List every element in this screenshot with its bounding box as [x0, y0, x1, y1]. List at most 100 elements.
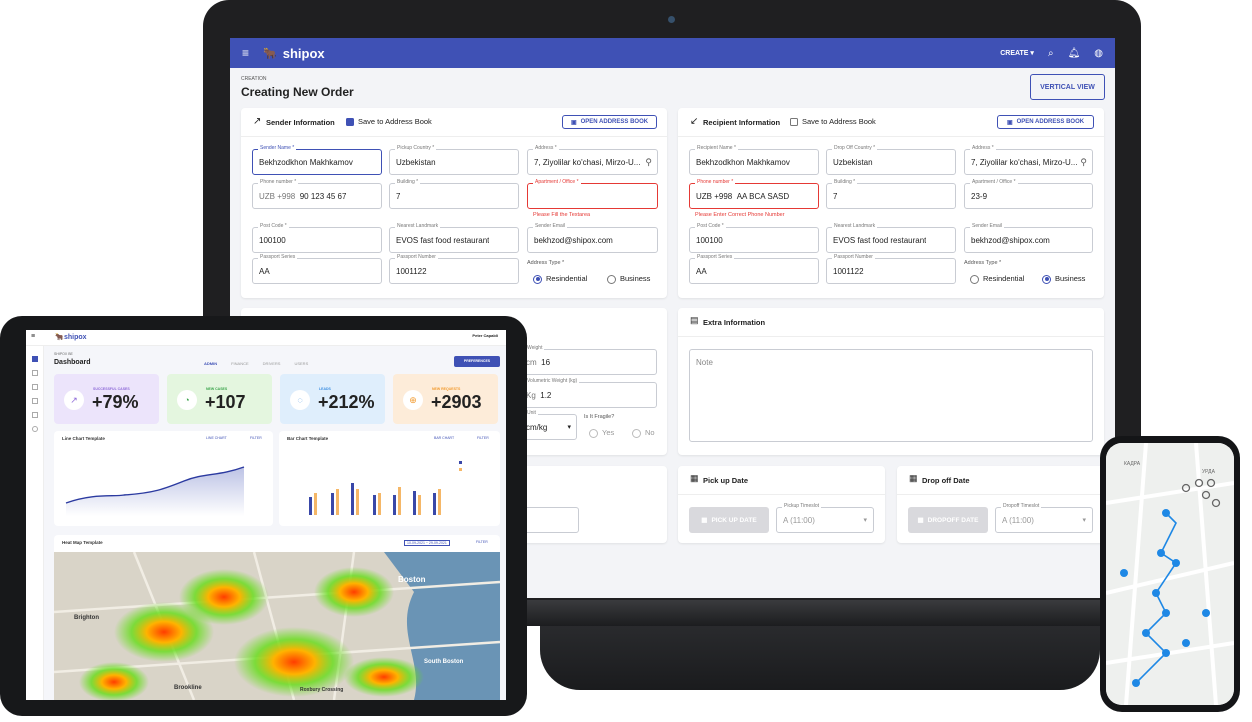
- preferences-button[interactable]: PREFERENCES: [454, 356, 500, 367]
- sender-business-radio[interactable]: Business: [607, 274, 650, 284]
- search-icon[interactable]: ⌕: [1048, 48, 1054, 59]
- recipient-address-type-label: Address Type *: [964, 260, 1002, 266]
- pickup-country-field[interactable]: Pickup Country * Uzbekistan: [389, 145, 519, 175]
- sender-email-field[interactable]: Sender Email bekhzod@shipox.com: [527, 223, 658, 253]
- recipient-phone-field[interactable]: Phone number * UZB +998 AA BCA SASD: [689, 179, 819, 209]
- weight-field[interactable]: Weight cm 16: [519, 345, 657, 375]
- recipient-email-field[interactable]: Sender Email bekhzod@shipox.com: [964, 223, 1093, 253]
- date-range-button[interactable]: 10-09-2021 ~ 29-09-2021: [404, 540, 450, 546]
- nav-icon[interactable]: [32, 412, 38, 418]
- recipient-name-field[interactable]: Recipient Name * Bekhzodkhon Makhkamov: [689, 145, 819, 175]
- dropoff-timeslot-select[interactable]: Dropoff Timeslot A (11:00) ▾: [995, 503, 1093, 533]
- recipient-residential-radio[interactable]: Resindential: [970, 274, 1024, 284]
- nav-icon[interactable]: [32, 370, 38, 376]
- volumetric-weight-field[interactable]: Volumetric Weight (kg) Kg 1.2: [519, 378, 657, 408]
- location-pin-icon[interactable]: ⚲: [645, 157, 652, 168]
- line-chart-panel: Line Chart Template LINE CHART FILTER: [54, 431, 273, 526]
- sender-save-checkbox[interactable]: Save to Address Book: [346, 117, 432, 127]
- map-label: УРДА: [1202, 469, 1215, 475]
- sender-name-field[interactable]: Sender Name * Bekhzodkhon Makhkamov: [252, 145, 382, 175]
- recipient-title: Recipient Information: [703, 118, 781, 127]
- menu-icon[interactable]: ≡: [31, 333, 35, 340]
- dropoff-country-field[interactable]: Drop Off Country * Uzbekistan: [826, 145, 956, 175]
- recipient-passport-number-field[interactable]: Passport Number 1001122: [826, 254, 956, 284]
- sender-phone-field[interactable]: Phone number * UZB +998 90 123 45 67: [252, 179, 382, 209]
- sender-passport-series-field[interactable]: Passport Series AA: [252, 254, 382, 284]
- recipient-business-radio[interactable]: Business: [1042, 274, 1085, 284]
- bell-icon[interactable]: 🔔︎: [1068, 48, 1081, 59]
- tablet-sidebar: [26, 346, 44, 700]
- logo-icon: 🐂: [263, 47, 277, 60]
- recipient-open-address-book-button[interactable]: ▣ OPEN ADDRESS BOOK: [997, 115, 1094, 129]
- recipient-card: ↙ Recipient Information Save to Address …: [678, 108, 1104, 298]
- divider: [678, 494, 885, 495]
- brand-name: shipox: [282, 45, 325, 61]
- tablet-topbar: ≡ 🐂 shipox Peter Capaldi: [26, 330, 506, 346]
- plus-circle-icon: ⊕: [403, 390, 423, 410]
- pickup-date-button[interactable]: ▦ PICK UP DATE: [689, 507, 769, 533]
- sender-landmark-field[interactable]: Nearest Landmark EVOS fast food restauran…: [389, 223, 519, 253]
- create-menu[interactable]: CREATE ▾: [1000, 49, 1034, 57]
- calendar-icon: ▦: [909, 473, 918, 483]
- tab-users[interactable]: USERS: [294, 361, 308, 366]
- phone-route-map: [1106, 443, 1234, 705]
- dashboard-icon[interactable]: [32, 356, 38, 362]
- globe-icon[interactable]: ◍: [1094, 48, 1103, 59]
- sender-address-type-label: Address Type *: [527, 260, 565, 266]
- chevron-down-icon: ▾: [1082, 517, 1086, 524]
- menu-icon[interactable]: ≡: [242, 46, 249, 60]
- book-icon: ▣: [570, 119, 577, 126]
- vertical-view-button[interactable]: VERTICAL VIEW: [1030, 74, 1105, 100]
- dropoff-date-button[interactable]: ▦ DROPOFF DATE: [908, 507, 988, 533]
- bar-chart-panel: Bar Chart Template BAR CHART FILTER: [279, 431, 500, 526]
- tab-admin[interactable]: ADMIN: [204, 361, 217, 366]
- recipient-postcode-field[interactable]: Post Code * 100100: [689, 223, 819, 253]
- pickup-timeslot-select[interactable]: Pickup Timeslot A (11:00) ▾: [776, 503, 874, 533]
- checkbox-empty-icon: [790, 118, 798, 127]
- ring-icon: ◌: [290, 390, 310, 410]
- nav-icon[interactable]: [32, 426, 38, 432]
- sender-building-field[interactable]: Building * 7: [389, 179, 519, 209]
- pie-icon: ◔: [177, 390, 197, 410]
- nav-icon[interactable]: [32, 384, 38, 390]
- chevron-down-icon: ▾: [863, 517, 867, 524]
- stat-successful: ↗ SUCCESSFUL CASES +79%: [54, 374, 159, 424]
- heat-map-panel: Heat Map Template 10-09-2021 ~ 29-09-202…: [54, 535, 500, 700]
- sender-residential-radio[interactable]: Resindential: [533, 274, 587, 284]
- tab-finance[interactable]: FINANCE: [231, 361, 249, 366]
- pickup-title: Pick up Date: [703, 476, 749, 485]
- divider: [241, 136, 667, 137]
- sender-card: ↗ Sender Information Save to Address Boo…: [241, 108, 667, 298]
- note-textarea[interactable]: Note: [689, 349, 1093, 442]
- camera: [668, 16, 675, 23]
- sender-open-address-book-button[interactable]: ▣ OPEN ADDRESS BOOK: [562, 115, 657, 129]
- book-icon: ▣: [1006, 119, 1013, 126]
- recipient-apartment-field[interactable]: Apartment / Office * 23-9: [964, 179, 1093, 209]
- recipient-passport-series-field[interactable]: Passport Series AA: [689, 254, 819, 284]
- filter-button[interactable]: FILTER: [476, 540, 488, 544]
- map-label: Roxbury Crossing: [300, 687, 344, 693]
- nav-icon[interactable]: [32, 398, 38, 404]
- arrow-up-right-icon: ↗: [253, 116, 262, 127]
- laptop-base-shadow: [540, 620, 1100, 690]
- sender-title: Sender Information: [266, 118, 335, 127]
- sender-postcode-field[interactable]: Post Code * 100100: [252, 223, 382, 253]
- recipient-save-checkbox[interactable]: Save to Address Book: [790, 117, 876, 127]
- service-field[interactable]: [519, 507, 579, 533]
- fragile-no-radio[interactable]: No: [632, 428, 655, 438]
- tablet-brand: shipox: [64, 334, 87, 341]
- breadcrumb: CREATION: [241, 76, 267, 82]
- calendar-icon: ▦: [701, 517, 708, 524]
- tab-drivers[interactable]: DRIVERS: [263, 361, 281, 366]
- app-topbar: ≡ 🐂 shipox CREATE ▾ ⌕ 🔔︎ ◍: [230, 38, 1115, 68]
- recipient-building-field[interactable]: Building * 7: [826, 179, 956, 209]
- unit-select[interactable]: Unit cm/kg ▾: [519, 410, 577, 440]
- recipient-address-field[interactable]: Address * 7, Ziyolilar ko'chasi, Mirzo-U.…: [964, 145, 1093, 175]
- location-pin-icon[interactable]: ⚲: [1080, 157, 1087, 168]
- heat-map: [54, 552, 500, 700]
- recipient-landmark-field[interactable]: Nearest Landmark EVOS fast food restauran…: [826, 223, 956, 253]
- sender-passport-number-field[interactable]: Passport Number 1001122: [389, 254, 519, 284]
- sender-apartment-field[interactable]: Apartment / Office *: [527, 179, 658, 209]
- sender-address-field[interactable]: Address * 7, Ziyolilar ko'chasi, Mirzo-U.…: [527, 145, 658, 175]
- fragile-yes-radio[interactable]: Yes: [589, 428, 614, 438]
